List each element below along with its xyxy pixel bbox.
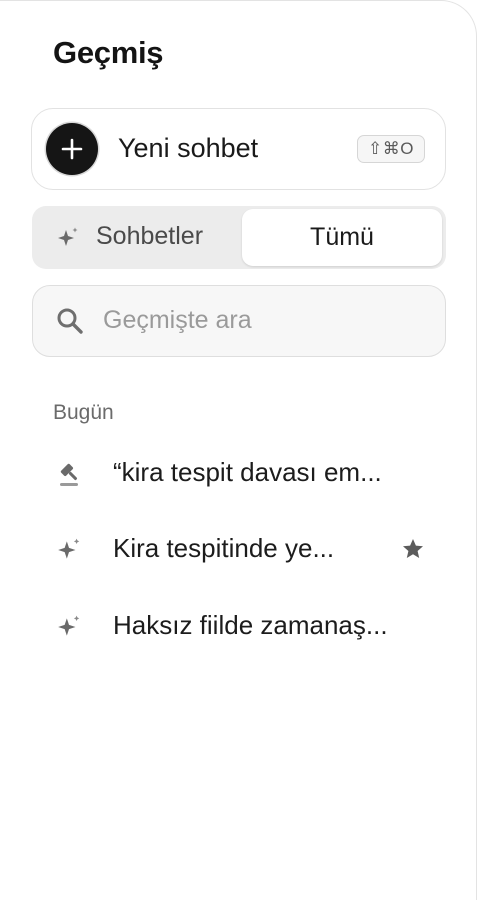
history-item[interactable]: “kira tespit davası em... bbox=[40, 444, 440, 502]
filter-tabs: Sohbetler Tümü bbox=[32, 206, 446, 269]
history-item[interactable]: Kira tespitinde ye... bbox=[40, 520, 440, 578]
new-chat-label: Yeni sohbet bbox=[118, 133, 259, 163]
search-input[interactable] bbox=[103, 300, 423, 340]
section-label-today: Bugün bbox=[53, 401, 114, 424]
shortcut-badge: ⇧⌘O bbox=[357, 135, 425, 163]
gavel-icon bbox=[56, 461, 84, 494]
tab-chats-label: Sohbetler bbox=[96, 222, 204, 250]
sparkle-icon bbox=[56, 226, 80, 255]
tab-all[interactable]: Tümü bbox=[242, 209, 442, 266]
history-item[interactable]: Haksız fiilde zamanaş... bbox=[40, 597, 440, 655]
star-icon[interactable] bbox=[401, 537, 425, 566]
sparkle-icon bbox=[56, 537, 82, 568]
history-item-label: Kira tespitinde ye... bbox=[113, 533, 335, 563]
search-icon bbox=[55, 306, 85, 341]
panel-title: Geçmiş bbox=[53, 35, 164, 70]
search-box bbox=[32, 285, 446, 357]
plus-icon bbox=[46, 123, 98, 175]
history-panel: Geçmiş Yeni sohbet ⇧⌘O Sohbetler Tümü Ge… bbox=[0, 0, 477, 900]
tab-chats[interactable]: Sohbetler bbox=[32, 206, 240, 269]
history-item-label: Haksız fiilde zamanaş... bbox=[113, 610, 388, 640]
sparkle-icon bbox=[56, 614, 82, 645]
history-item-label: “kira tespit davası em... bbox=[113, 457, 382, 487]
new-chat-button[interactable]: Yeni sohbet ⇧⌘O bbox=[31, 108, 446, 190]
